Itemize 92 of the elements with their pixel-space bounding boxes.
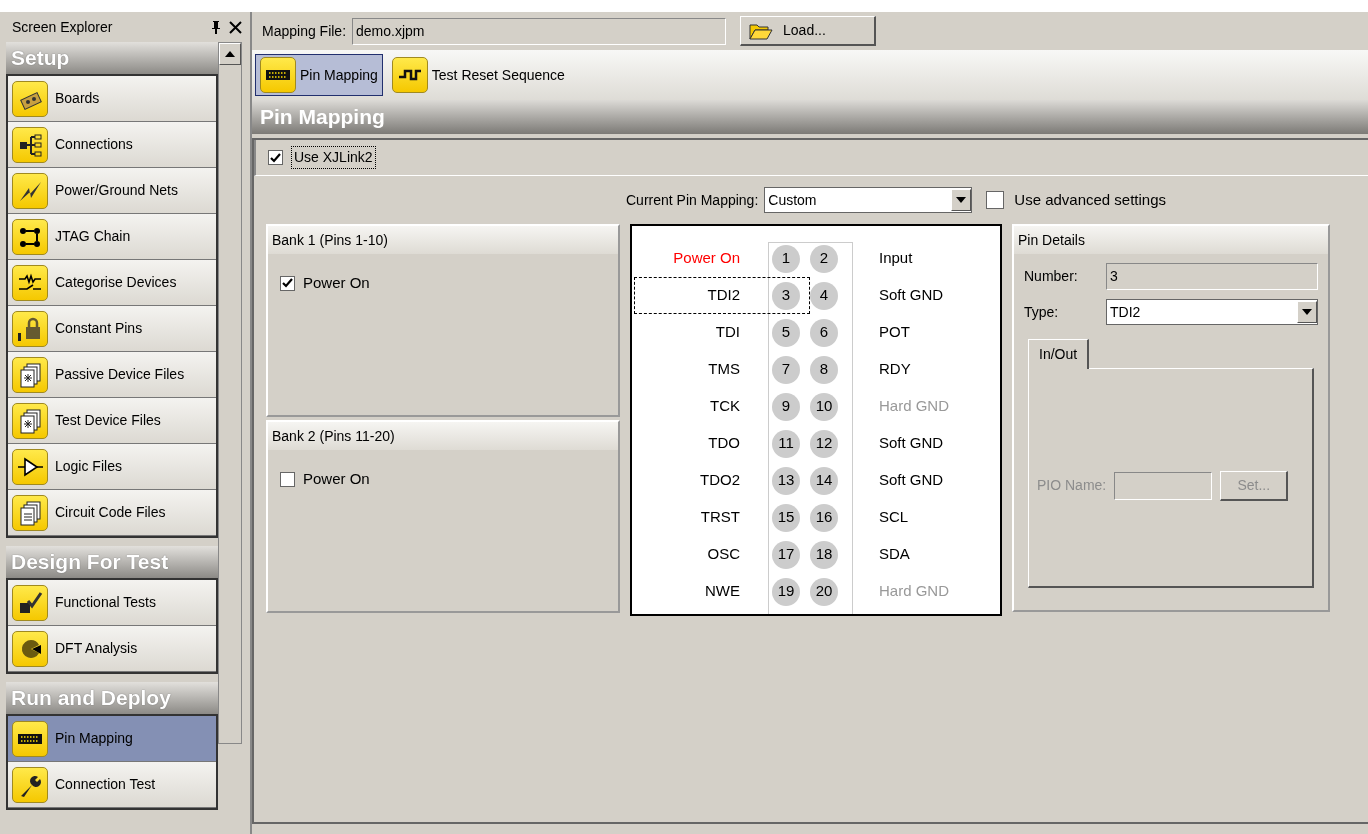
pin-label[interactable]: SDA <box>862 543 910 566</box>
pin-label[interactable]: TDO2 <box>632 469 742 492</box>
pin[interactable]: 11 <box>772 429 800 458</box>
checkbox[interactable] <box>280 275 295 291</box>
pin[interactable]: 20 <box>810 577 838 606</box>
pin-label[interactable]: TMS <box>632 358 742 381</box>
pin-label[interactable]: NWE <box>632 580 742 603</box>
checkbox-label[interactable]: Use XJLink2 <box>291 146 376 169</box>
sidebar-item[interactable]: Logic Files <box>8 444 216 490</box>
check-mark-icon <box>270 152 281 163</box>
close-icon[interactable] <box>229 20 242 34</box>
type-label: Type: <box>1024 302 1060 322</box>
scrollbar[interactable] <box>218 42 242 744</box>
pin-label[interactable]: TCK <box>632 395 742 418</box>
sidebar-item[interactable]: Connection Test <box>8 762 216 808</box>
pin-label[interactable]: SCL <box>862 506 909 529</box>
current-mapping-label: Current Pin Mapping: <box>626 190 759 210</box>
sidebar-item[interactable]: Circuit Code Files <box>8 490 216 536</box>
section-title: Design For Test <box>6 546 218 578</box>
pin[interactable]: 15 <box>772 503 800 532</box>
pin-label[interactable]: TDO <box>632 432 742 455</box>
mapping-dropdown[interactable]: Custom <box>764 187 973 213</box>
pin-icon[interactable] <box>211 20 221 34</box>
section-title: Run and Deploy <box>6 682 218 714</box>
panel-title: Bank 1 (Pins 1-10) <box>268 226 618 254</box>
page-title: Pin Mapping <box>252 100 1368 134</box>
toolbar-tab[interactable]: Pin Mapping <box>255 54 383 96</box>
files-icon <box>17 407 43 434</box>
pin[interactable]: 19 <box>772 577 800 606</box>
pin[interactable]: 4 <box>810 281 838 310</box>
pin[interactable]: 1 <box>772 244 800 273</box>
pin-label[interactable]: Power On <box>632 247 742 270</box>
pin-label[interactable]: Input <box>862 247 913 270</box>
checkbox[interactable] <box>986 191 1005 209</box>
pin[interactable]: 2 <box>810 244 838 273</box>
pin[interactable]: 13 <box>772 466 800 495</box>
pin[interactable]: 14 <box>810 466 838 495</box>
sidebar-item[interactable]: Power/Ground Nets <box>8 168 216 214</box>
mapping-file-field[interactable]: demo.xjpm <box>352 17 727 45</box>
mapping-file-label: Mapping File: <box>262 21 347 41</box>
pin[interactable]: 17 <box>772 540 800 569</box>
pio-name-label: PIO Name: <box>1037 476 1107 495</box>
pin-label[interactable]: POT <box>862 321 910 344</box>
pin-label[interactable]: Soft GND <box>862 432 944 455</box>
pin-label[interactable]: TDI2 <box>632 284 742 307</box>
pin-label[interactable]: OSC <box>632 543 742 566</box>
check-mark-icon <box>282 278 293 289</box>
sidebar-item[interactable]: Test Device Files <box>8 398 216 444</box>
sidebar-item[interactable]: Passive Device Files <box>8 352 216 398</box>
pin[interactable]: 6 <box>810 318 838 347</box>
pin[interactable]: 16 <box>810 503 838 532</box>
pin-label[interactable]: RDY <box>862 358 911 381</box>
panel-title: Screen Explorer <box>12 17 113 37</box>
sidebar-item[interactable]: Functional Tests <box>8 580 216 626</box>
pin[interactable]: 12 <box>810 429 838 458</box>
pin[interactable]: 18 <box>810 540 838 569</box>
files-icon <box>17 499 43 526</box>
pin[interactable]: 7 <box>772 355 800 384</box>
scroll-up-icon[interactable] <box>225 51 235 57</box>
pin[interactable]: 3 <box>772 281 800 310</box>
sidebar-item[interactable]: Connections <box>8 122 216 168</box>
dropdown-arrow-icon <box>1302 309 1312 315</box>
pin[interactable]: 9 <box>772 392 800 421</box>
load-button[interactable]: Load... <box>740 16 877 46</box>
checkbox-label[interactable]: Power On <box>303 272 370 295</box>
folder-icon <box>749 21 774 40</box>
checkbox[interactable] <box>280 471 295 487</box>
pin-label[interactable]: Soft GND <box>862 284 944 307</box>
sidebar-item[interactable]: JTAG Chain <box>8 214 216 260</box>
section-title: Setup <box>6 42 218 74</box>
number-label: Number: <box>1024 266 1079 286</box>
pin-label[interactable]: TDI <box>632 321 742 344</box>
pin[interactable]: 8 <box>810 355 838 384</box>
checkbox-label[interactable]: Use advanced settings <box>1014 188 1167 212</box>
sidebar-item[interactable]: Categorise Devices <box>8 260 216 306</box>
pin-label[interactable]: Soft GND <box>862 469 944 492</box>
toolbar-tab[interactable]: Test Reset Sequence <box>386 54 570 96</box>
panel-title: Bank 2 (Pins 11-20) <box>268 422 618 450</box>
panel-title: Pin Details <box>1014 226 1328 254</box>
pin-label[interactable]: TRST <box>632 506 742 529</box>
dropdown-arrow-icon <box>956 197 967 203</box>
files-icon <box>17 361 43 388</box>
checkbox-label[interactable]: Power On <box>303 468 370 491</box>
sidebar-item[interactable]: DFT Analysis <box>8 626 216 672</box>
pin[interactable]: 5 <box>772 318 800 347</box>
sidebar-item[interactable]: Constant Pins <box>8 306 216 352</box>
tree-icon <box>17 131 43 158</box>
lock-icon <box>17 315 43 342</box>
sidebar-item[interactable]: Boards <box>8 76 216 122</box>
checkbox[interactable] <box>268 150 283 165</box>
pin[interactable]: 10 <box>810 392 838 421</box>
sidebar-item[interactable]: Pin Mapping <box>8 716 216 762</box>
